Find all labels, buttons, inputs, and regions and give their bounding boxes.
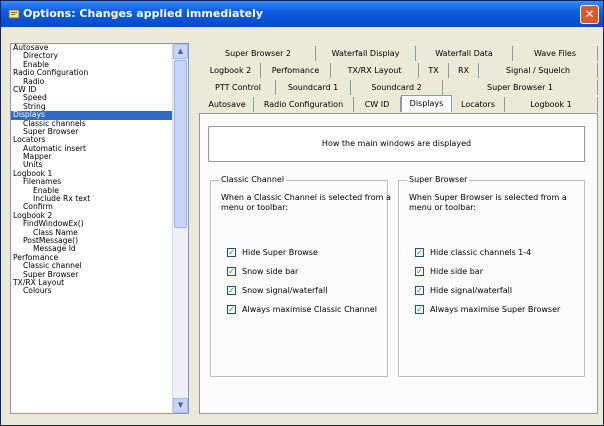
option-label: Always maximise Classic Channel — [242, 305, 377, 314]
displays-panel: How the main windows are displayed Class… — [199, 113, 598, 414]
super-browser-intro: When Super Browser is selected from a me… — [409, 193, 567, 212]
option-label: Hide signal/waterfall — [430, 286, 513, 295]
option-label: Always maximise Super Browser — [430, 305, 561, 314]
tree-list: Autosave Directory Enable Radio Configurati… — [11, 44, 173, 296]
tab-wave-files[interactable]: Wave Files — [513, 46, 598, 61]
tab-super-browser-2[interactable]: Super Browser 2 — [201, 46, 316, 61]
close-button[interactable]: ✕ — [580, 5, 599, 24]
checkbox[interactable]: ✓ — [227, 267, 236, 276]
tab-locators[interactable]: Locators — [452, 97, 505, 112]
tab-autosave[interactable]: Autosave — [201, 97, 254, 112]
tab-logbook-2[interactable]: Logbook 2 — [201, 63, 261, 78]
option-label: Hide side bar — [430, 267, 483, 276]
tree-scrollbar[interactable]: ▲ ▼ — [172, 44, 188, 413]
classic-channel-intro: When a Classic Channel is selected from … — [221, 193, 391, 212]
tab-cw-id[interactable]: CW ID — [354, 97, 401, 112]
tab-logbook-1[interactable]: Logbook 1 — [505, 97, 598, 112]
checkbox[interactable]: ✓ — [227, 305, 236, 314]
options-window: Options: Changes applied immediately ✕ A… — [0, 0, 604, 426]
super-browser-title: Super Browser — [407, 175, 470, 184]
checkbox[interactable]: ✓ — [227, 286, 236, 295]
tab-row-3: PTT Control Soundcard 1 Soundcard 2 Super B… — [201, 80, 598, 95]
scroll-up-arrow-icon[interactable]: ▲ — [173, 44, 188, 59]
tab-radio-configuration[interactable]: Radio Configuration — [254, 97, 354, 112]
tab-super-browser-1[interactable]: Super Browser 1 — [443, 80, 598, 95]
tab-tx[interactable]: TX — [419, 63, 449, 78]
tab-tx-rx-layout[interactable]: TX/RX Layout — [331, 63, 419, 78]
panel-description: How the main windows are displayed — [208, 126, 585, 162]
tab-signal-squelch[interactable]: Signal / Squelch — [479, 63, 598, 78]
option-label: Snow signal/waterfall — [242, 286, 328, 295]
tree-item[interactable]: Colours — [11, 286, 173, 295]
tab-soundcard-2[interactable]: Soundcard 2 — [351, 80, 443, 95]
tab-displays[interactable]: Displays — [401, 95, 452, 112]
super-browser-group: Super Browser When Super Browser is sele… — [398, 175, 585, 377]
option-label: Hide Super Browse — [242, 248, 318, 257]
app-icon — [8, 9, 20, 19]
tab-waterfall-data[interactable]: Waterfall Data — [416, 46, 513, 61]
window-title: Options: Changes applied immediately — [23, 7, 264, 20]
classic-channel-group: Classic Channel When a Classic Channel i… — [210, 175, 391, 377]
checkbox[interactable]: ✓ — [415, 305, 424, 314]
tab-soundcard-1[interactable]: Soundcard 1 — [276, 80, 351, 95]
tab-waterfall-display[interactable]: Waterfall Display — [316, 46, 416, 61]
checkbox[interactable]: ✓ — [415, 248, 424, 257]
tab-row-1: Super Browser 2 Waterfall Display Waterfal… — [201, 46, 598, 61]
scrollbar-thumb[interactable] — [174, 60, 187, 228]
title-bar[interactable]: Options: Changes applied immediately ✕ — [1, 1, 603, 27]
tab-perfomance[interactable]: Perfomance — [261, 63, 331, 78]
tab-ptt-control[interactable]: PTT Control — [201, 80, 276, 95]
option-label: Hide classic channels 1-4 — [430, 248, 532, 257]
option-label: Snow side bar — [242, 267, 299, 276]
tab-row-4: Autosave Radio Configuration CW ID Displays… — [201, 95, 598, 112]
classic-channel-title: Classic Channel — [219, 175, 287, 184]
scroll-down-arrow-icon[interactable]: ▼ — [173, 398, 188, 413]
tab-rx[interactable]: RX — [449, 63, 479, 78]
options-tree[interactable]: Autosave Directory Enable Radio Configurati… — [10, 43, 189, 414]
tab-row-2: Logbook 2 Perfomance TX/RX Layout TX RX Signa… — [201, 63, 598, 78]
checkbox[interactable]: ✓ — [415, 286, 424, 295]
checkbox[interactable]: ✓ — [227, 248, 236, 257]
checkbox[interactable]: ✓ — [415, 267, 424, 276]
